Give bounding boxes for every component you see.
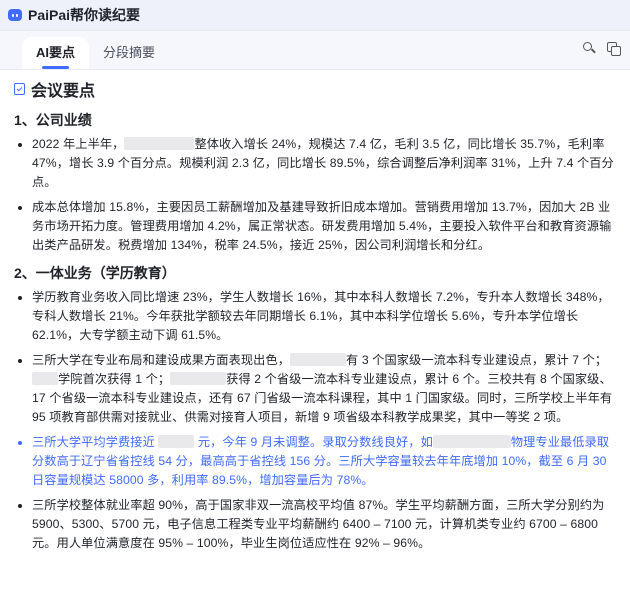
summary-content: 会议要点 1、公司业绩 2022 年上半年，整体收入增长 24%，规模达 7.4 … [0,70,630,553]
tab-segment-summary[interactable]: 分段摘要 [89,37,169,69]
redacted-text [124,137,195,150]
redacted-text [32,372,58,385]
note-check-icon [14,83,25,95]
bullet-text: 有 3 个国家级一流本科专业建设点，累计 7 个； [346,353,608,367]
redacted-text [158,435,195,448]
bullet-item: 三所大学在专业布局和建设成果方面表现出色， 有 3 个国家级一流本科专业建设点，累… [32,351,616,427]
robot-face-icon [8,9,22,21]
copy-icon[interactable] [606,41,621,56]
bullet-item: 三所学校整体就业率超 90%，高于国家非双一流高校平均值 87%。学生平均薪酬方… [32,496,616,553]
bullet-list: 学历教育业务收入同比增速 23%，学生人数增长 16%，其中本科人数增长 7.2… [14,288,616,553]
section-title: 会议要点 [31,83,96,100]
bullet-text: 成本总体增加 15.8%，主要因员工薪酬增加及基建导致折旧成本增加。营销费用增加… [32,200,612,252]
bullet-item: 学历教育业务收入同比增速 23%，学生人数增长 16%，其中本科人数增长 7.2… [32,288,616,345]
topic-heading: 2、一体业务（学历教育） [14,265,176,281]
app-window: PaiPai帮你读纪要 AI要点 分段摘要 会议要点 1、公司业绩 2022 年上… [0,0,630,589]
bullet-text: 2022 年上半年， [32,137,125,151]
search-icon[interactable] [582,41,596,55]
bullet-text: 三所学校整体就业率超 90%，高于国家非双一流高校平均值 87%。学生平均薪酬方… [32,498,605,550]
tab-bar: AI要点 分段摘要 [0,31,630,70]
topics-list: 1、公司业绩 2022 年上半年，整体收入增长 24%，规模达 7.4 亿，毛利 … [14,110,616,553]
bullet-text: 学历教育业务收入同比增速 23%，学生人数增长 16%，其中本科人数增长 7.2… [32,290,610,342]
topic-heading: 1、公司业绩 [14,112,92,128]
tab-tools [582,41,621,56]
bullet-text: 元，今年 9 月未调整。录取分数线良好，如 [194,435,433,449]
bullet-list: 2022 年上半年，整体收入增长 24%，规模达 7.4 亿，毛利 3.5 亿，… [14,135,616,255]
bullet-item: 三所大学平均学费接近 元，今年 9 月未调整。录取分数线良好，如物理专业最低录取… [32,433,616,490]
bullet-item: 2022 年上半年，整体收入增长 24%，规模达 7.4 亿，毛利 3.5 亿，… [32,135,616,192]
redacted-text [432,435,511,448]
app-title: PaiPai帮你读纪要 [28,7,141,23]
redacted-text [290,353,347,366]
bullet-item: 成本总体增加 15.8%，主要因员工薪酬增加及基建导致折旧成本增加。营销费用增加… [32,198,616,255]
bullet-text: 三所大学在专业布局和建设成果方面表现出色， [32,353,291,367]
redacted-text [170,372,227,385]
bullet-text: 学院首次获得 1 个； [58,372,171,386]
title-bar: PaiPai帮你读纪要 [0,0,630,31]
bullet-text: 三所大学平均学费接近 [32,435,159,449]
tab-ai-highlights[interactable]: AI要点 [22,37,90,69]
section-header: 会议要点 [14,76,616,102]
